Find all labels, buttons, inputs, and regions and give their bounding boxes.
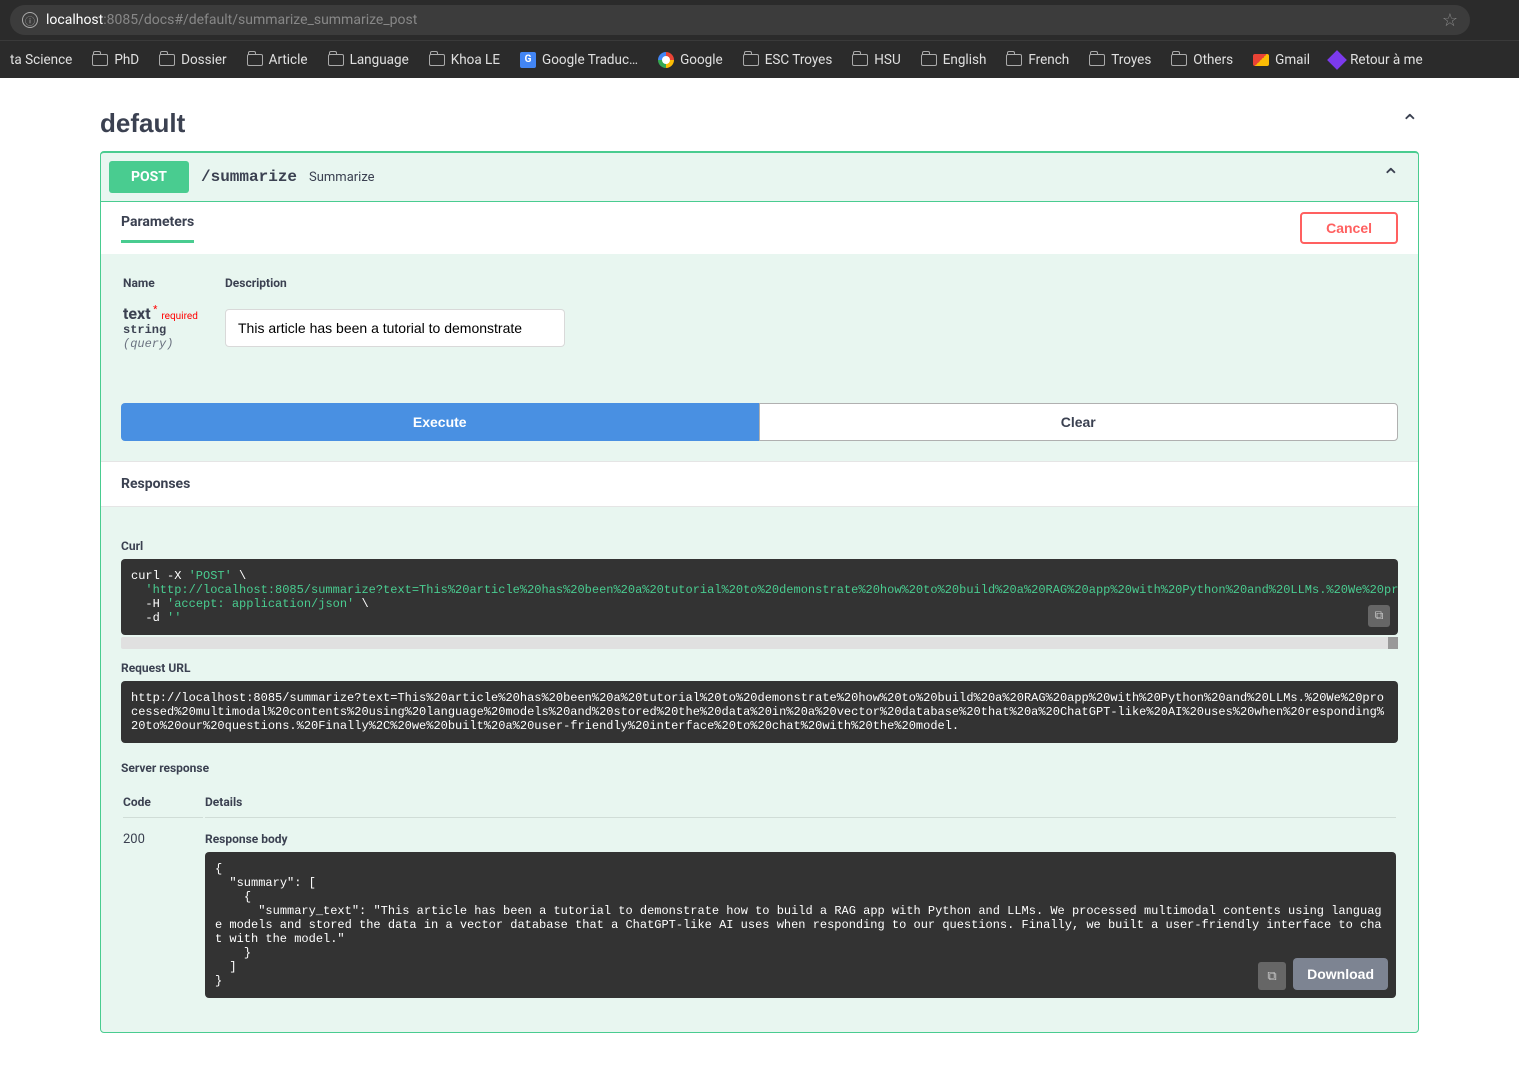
clear-button[interactable]: Clear: [759, 403, 1399, 441]
response-code: 200: [123, 820, 203, 1010]
col-desc-header: Description: [225, 276, 1396, 302]
bookmark-label: PhD: [114, 52, 139, 68]
tag-header[interactable]: default ⌃: [100, 108, 1419, 139]
details-header: Details: [205, 787, 1396, 818]
bookmark-item[interactable]: PhD: [92, 52, 139, 68]
copy-icon[interactable]: ⧉: [1368, 605, 1390, 627]
bookmark-label: Google: [680, 52, 723, 68]
curl-block[interactable]: curl -X 'POST' \ 'http://localhost:8085/…: [121, 559, 1398, 635]
folder-icon: [1089, 54, 1105, 66]
folder-icon: [1006, 54, 1022, 66]
bookmark-item[interactable]: Language: [328, 52, 409, 68]
bookmark-item[interactable]: Google: [658, 52, 723, 68]
bookmark-label: Dossier: [181, 52, 227, 68]
folder-icon: [429, 54, 445, 66]
bookmark-item[interactable]: Article: [247, 52, 308, 68]
bookmark-label: Google Traduc…: [542, 52, 638, 68]
server-response-label: Server response: [121, 761, 1398, 775]
bookmark-label: English: [943, 52, 987, 68]
bookmark-label: Others: [1193, 52, 1233, 68]
operation-block: POST /summarize Summarize ⌃ Parameters C…: [100, 151, 1419, 1033]
bookmark-item[interactable]: Khoa LE: [429, 52, 500, 68]
bookmark-label: Troyes: [1111, 52, 1151, 68]
bookmark-label: Khoa LE: [451, 52, 500, 68]
folder-icon: [247, 54, 263, 66]
gmail-icon: [1253, 54, 1269, 66]
responses-header: Responses: [101, 461, 1418, 507]
bookmark-label: Retour à me: [1350, 52, 1423, 68]
bookmark-label: Language: [350, 52, 409, 68]
tag-name: default: [100, 108, 185, 139]
param-type: string: [123, 323, 223, 337]
bookmark-star-icon[interactable]: ☆: [1442, 10, 1458, 31]
bookmark-item[interactable]: Gmail: [1253, 52, 1310, 68]
return-icon: [1327, 50, 1347, 70]
cancel-button[interactable]: Cancel: [1300, 212, 1398, 244]
bookmark-label: French: [1028, 52, 1069, 68]
request-url-block[interactable]: http://localhost:8085/summarize?text=Thi…: [121, 681, 1398, 743]
response-body-block[interactable]: { "summary": [ { "summary_text": "This a…: [205, 852, 1396, 998]
copy-icon[interactable]: ⧉: [1258, 962, 1286, 990]
method-badge: POST: [109, 161, 189, 193]
bookmark-item[interactable]: French: [1006, 52, 1069, 68]
translate-icon: G: [520, 52, 536, 68]
bookmark-item[interactable]: G Google Traduc…: [520, 52, 638, 68]
parameters-header: Parameters Cancel: [101, 202, 1418, 254]
folder-icon: [743, 54, 759, 66]
col-name-header: Name: [123, 276, 223, 302]
param-row: text * required string (query): [123, 304, 1396, 351]
folder-icon: [921, 54, 937, 66]
bookmark-item[interactable]: English: [921, 52, 987, 68]
url-bar[interactable]: ⓘ localhost:8085/docs#/default/summarize…: [10, 5, 1470, 35]
param-input[interactable]: [225, 309, 565, 347]
code-header: Code: [123, 787, 203, 818]
response-row: 200 Response body { "summary": [ { "summ…: [123, 820, 1396, 1010]
required-label: required: [161, 311, 197, 322]
execute-button[interactable]: Execute: [121, 403, 759, 441]
chevron-up-icon[interactable]: ⌃: [1382, 165, 1400, 190]
param-name: text: [123, 304, 151, 323]
request-url-label: Request URL: [121, 661, 1398, 675]
horizontal-scrollbar[interactable]: [121, 637, 1398, 649]
bookmark-label: Gmail: [1275, 52, 1310, 68]
bookmark-item[interactable]: Retour à me: [1330, 52, 1423, 68]
bookmark-label: HSU: [874, 52, 900, 68]
url-text: localhost:8085/docs#/default/summarize_s…: [46, 12, 417, 28]
bookmark-item[interactable]: ta Science: [10, 52, 72, 68]
chevron-up-icon[interactable]: ⌃: [1401, 111, 1419, 136]
curl-label: Curl: [121, 539, 1398, 553]
browser-address-bar: ⓘ localhost:8085/docs#/default/summarize…: [0, 0, 1519, 40]
google-icon: [658, 52, 674, 68]
folder-icon: [92, 54, 108, 66]
folder-icon: [328, 54, 344, 66]
endpoint-summary: Summarize: [309, 170, 375, 185]
folder-icon: [852, 54, 868, 66]
required-star: *: [151, 305, 158, 316]
bookmark-item[interactable]: Dossier: [159, 52, 227, 68]
site-info-icon[interactable]: ⓘ: [22, 12, 38, 28]
bookmark-item[interactable]: Others: [1171, 52, 1233, 68]
endpoint-path: /summarize: [201, 168, 297, 186]
download-button[interactable]: Download: [1293, 958, 1388, 990]
bookmarks-bar: ta Science PhD Dossier Article Language Khoa …: [0, 40, 1519, 78]
bookmark-item[interactable]: Troyes: [1089, 52, 1151, 68]
response-body-label: Response body: [205, 832, 1396, 846]
parameters-title: Parameters: [121, 214, 194, 243]
bookmark-item[interactable]: HSU: [852, 52, 900, 68]
folder-icon: [1171, 54, 1187, 66]
param-in: (query): [123, 337, 223, 351]
bookmark-label: ta Science: [10, 52, 72, 68]
folder-icon: [159, 54, 175, 66]
bookmark-label: Article: [269, 52, 308, 68]
operation-summary[interactable]: POST /summarize Summarize ⌃: [101, 153, 1418, 201]
bookmark-label: ESC Troyes: [765, 52, 833, 68]
bookmark-item[interactable]: ESC Troyes: [743, 52, 833, 68]
